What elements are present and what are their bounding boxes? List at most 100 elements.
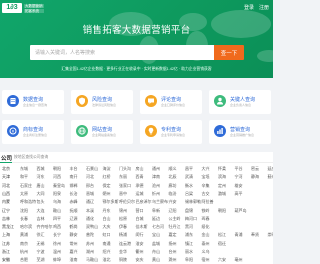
city-link[interactable]: 亳州 — [235, 257, 243, 263]
city-link[interactable]: 葫芦岛 — [235, 208, 247, 214]
city-link[interactable]: 房山 — [136, 166, 144, 172]
city-link[interactable]: 静安 — [70, 232, 78, 238]
city-link[interactable]: 马鞍山 — [86, 257, 98, 263]
province-label[interactable]: 辽宁 — [2, 208, 10, 214]
city-link[interactable]: 鸡西 — [53, 224, 61, 230]
city-link[interactable]: 宝坻 — [202, 174, 210, 180]
city-link[interactable]: 石景山 — [86, 166, 98, 172]
city-link[interactable]: 辽源 — [70, 216, 78, 222]
province-label[interactable]: 内蒙 — [2, 199, 10, 205]
city-link[interactable]: 湖州 — [86, 249, 94, 255]
city-link[interactable]: 武清 — [185, 174, 193, 180]
city-link[interactable]: 南通 — [103, 241, 111, 247]
city-link[interactable]: 徐汇 — [37, 232, 45, 238]
city-link[interactable]: 定州 — [218, 183, 226, 189]
city-link[interactable]: 黄浦 — [20, 232, 28, 238]
city-link[interactable]: 门头沟 — [119, 166, 131, 172]
register-link[interactable]: 注册 — [259, 4, 269, 11]
city-link[interactable]: 怀柔 — [218, 166, 226, 172]
province-label[interactable]: 山西 — [2, 191, 10, 197]
city-link[interactable]: 铜陵 — [119, 257, 127, 263]
city-link[interactable]: 温州 — [53, 249, 61, 255]
city-link[interactable]: 通州 — [152, 166, 160, 172]
city-link[interactable]: 普陀 — [86, 232, 94, 238]
city-link[interactable]: 盐城 — [152, 241, 160, 247]
login-link[interactable]: 登录 — [244, 4, 254, 11]
city-link[interactable]: 朝阳 — [53, 166, 61, 172]
city-link[interactable]: 绥化 — [202, 224, 210, 230]
city-link[interactable]: 沧州 — [152, 183, 160, 189]
city-link[interactable]: 西城 — [37, 166, 45, 172]
city-link[interactable]: 金华 — [119, 249, 127, 255]
city-link[interactable]: 宁河 — [235, 174, 243, 180]
city-link[interactable]: 泰州 — [202, 241, 210, 247]
city-link[interactable]: 呼伦贝尔 — [119, 199, 135, 205]
city-link[interactable]: 大兴 — [202, 166, 210, 172]
city-link[interactable]: 黑河 — [185, 224, 193, 230]
city-link[interactable]: 红桥 — [103, 174, 111, 180]
city-link[interactable]: 宿迁 — [218, 241, 226, 247]
city-link[interactable]: 东丽 — [119, 174, 127, 180]
city-link[interactable]: 乌兰察布 — [152, 199, 168, 205]
city-link[interactable]: 无锡 — [37, 241, 45, 247]
city-link[interactable]: 静海 — [251, 174, 259, 180]
city-link[interactable]: 宿州 — [202, 257, 210, 263]
city-link[interactable]: 辽阳 — [169, 208, 177, 214]
city-link[interactable]: 西青 — [136, 174, 144, 180]
city-link[interactable]: 南开 — [70, 174, 78, 180]
city-link[interactable]: 锡林郭勒 — [185, 199, 201, 205]
city-link[interactable]: 南京 — [20, 241, 28, 247]
city-link[interactable]: 金山 — [202, 232, 210, 238]
city-link[interactable]: 通化 — [86, 216, 94, 222]
city-link[interactable]: 大同 — [37, 191, 45, 197]
city-link[interactable]: 杭州 — [20, 249, 28, 255]
city-link[interactable]: 台州 — [169, 249, 177, 255]
feature-card-risk-query[interactable]: 风险查询 法律诉讼风险信息 — [71, 90, 133, 114]
city-link[interactable]: 四平 — [53, 216, 61, 222]
city-link[interactable]: 晋中 — [119, 191, 127, 197]
city-link[interactable]: 芜湖 — [37, 257, 45, 263]
feature-card-keyperson-query[interactable]: 关键人查询 企业负责人信息 — [209, 90, 271, 114]
feature-card-website-query[interactable]: 网站查询 企业网站备案信息 — [71, 120, 133, 144]
city-link[interactable]: 忻州 — [152, 191, 160, 197]
city-link[interactable]: 河北 — [86, 174, 94, 180]
city-link[interactable]: 丹东 — [103, 208, 111, 214]
province-label[interactable]: 安徽 — [2, 257, 10, 263]
city-link[interactable]: 晋城 — [86, 191, 94, 197]
city-link[interactable]: 嘉定 — [169, 232, 177, 238]
city-link[interactable]: 津南 — [152, 174, 160, 180]
city-link[interactable]: 和平 — [20, 174, 28, 180]
city-link[interactable]: 绍兴 — [103, 249, 111, 255]
feature-card-review-query[interactable]: 评论查询 企业口碑评价信息 — [140, 90, 202, 114]
city-link[interactable]: 潞城 — [218, 191, 226, 197]
city-link[interactable]: 长宁 — [53, 232, 61, 238]
site-logo[interactable]: 1∂3 大数据营销 拓客系统 — [2, 3, 44, 13]
city-link[interactable]: 东城 — [20, 166, 28, 172]
city-link[interactable]: 杨浦 — [119, 232, 127, 238]
city-link[interactable]: 廊坊 — [169, 183, 177, 189]
province-label[interactable]: 北京 — [2, 166, 10, 172]
search-button[interactable]: 查一下 — [214, 45, 244, 60]
city-link[interactable]: 延庆 — [268, 166, 274, 172]
city-link[interactable]: 衢州 — [136, 249, 144, 255]
city-link[interactable]: 平谷 — [235, 166, 243, 172]
city-link[interactable]: 虹口 — [103, 232, 111, 238]
province-label[interactable]: 浙江 — [2, 249, 10, 255]
province-label[interactable]: 河北 — [2, 183, 10, 189]
city-link[interactable]: 梅河口 — [185, 216, 197, 222]
city-link[interactable]: 青浦 — [235, 232, 243, 238]
city-link[interactable]: 吉林 — [37, 216, 45, 222]
province-label[interactable]: 上海 — [2, 232, 10, 238]
province-label[interactable]: 黑龙江 — [2, 224, 14, 230]
city-link[interactable]: 盘锦 — [185, 208, 193, 214]
city-link[interactable]: 古交 — [202, 191, 210, 197]
city-link[interactable]: 牡丹江 — [169, 224, 181, 230]
city-link[interactable]: 丽水 — [185, 249, 193, 255]
city-link[interactable]: 双鸭山 — [86, 224, 98, 230]
city-link[interactable]: 淮安 — [136, 241, 144, 247]
city-link[interactable]: 哈尔滨 — [20, 224, 32, 230]
city-link[interactable]: 淮北 — [103, 257, 111, 263]
city-link[interactable]: 阳泉 — [53, 191, 61, 197]
feature-card-data-query[interactable]: 数据查询 企业信息一键查询 — [2, 90, 64, 114]
city-link[interactable]: 石家庄 — [20, 183, 32, 189]
